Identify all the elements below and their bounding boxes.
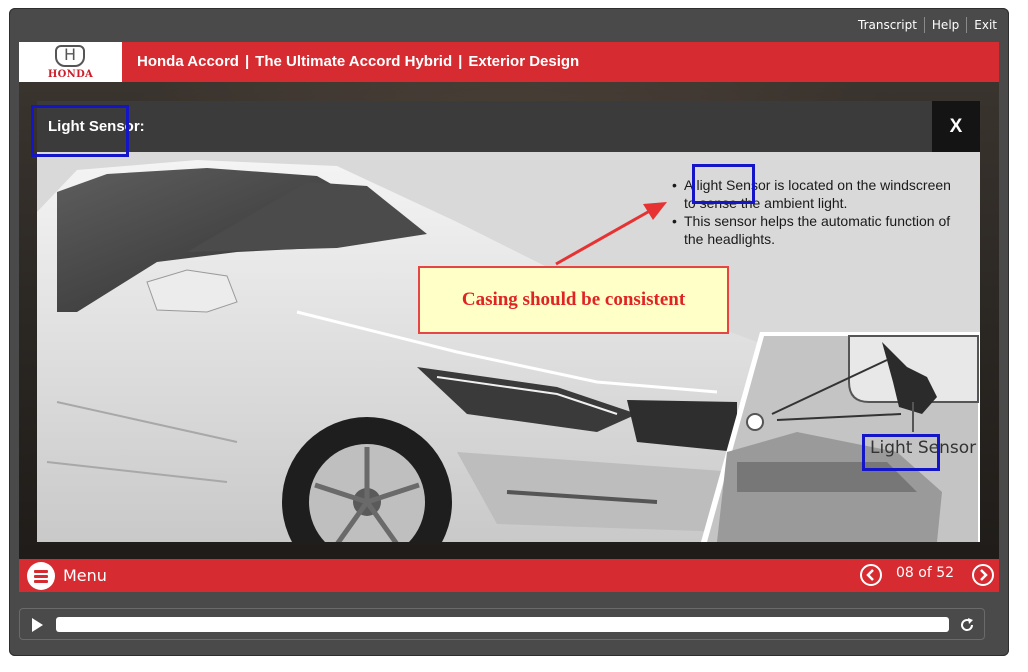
review-callout: Casing should be consistent [418,266,729,334]
navigation-bar: Menu 08 of 52 [19,559,999,592]
chevron-left-icon [866,569,874,581]
modal-title-bar [37,101,980,152]
menu-button[interactable]: Menu [63,559,107,592]
slide-counter: 08 of 52 [896,565,955,581]
chevron-right-icon [980,569,988,581]
honda-h-emblem-icon [55,45,85,67]
review-highlight-box [692,164,755,204]
transcript-link[interactable]: Transcript [851,17,924,33]
next-slide-button[interactable] [972,564,994,586]
course-header: HONDA Honda Accord | The Ultimate Accord H… [19,42,999,82]
previous-slide-button[interactable] [860,564,882,586]
title-separator: | [244,53,250,70]
menu-list-icon[interactable] [27,562,55,590]
exit-link[interactable]: Exit [966,17,1004,33]
review-highlight-box [31,105,129,157]
close-modal-button[interactable]: X [932,101,980,152]
top-links: Transcript Help Exit [851,17,1004,33]
review-highlight-box [862,434,940,471]
play-icon[interactable] [32,618,43,632]
course-name: Honda Accord [137,53,239,70]
logo-wordmark: HONDA [47,69,94,80]
bullet-item: This sensor helps the automatic function… [672,212,962,248]
honda-logo: HONDA [19,42,122,82]
replay-icon[interactable] [958,616,976,634]
module-name: The Ultimate Accord Hybrid [255,53,453,70]
course-title: Honda Accord | The Ultimate Accord Hybrid |… [137,42,579,82]
topic-name: Exterior Design [468,53,580,70]
help-link[interactable]: Help [923,17,966,33]
seek-bar[interactable] [56,617,949,632]
title-separator: | [458,53,463,70]
playback-controls [19,608,985,640]
